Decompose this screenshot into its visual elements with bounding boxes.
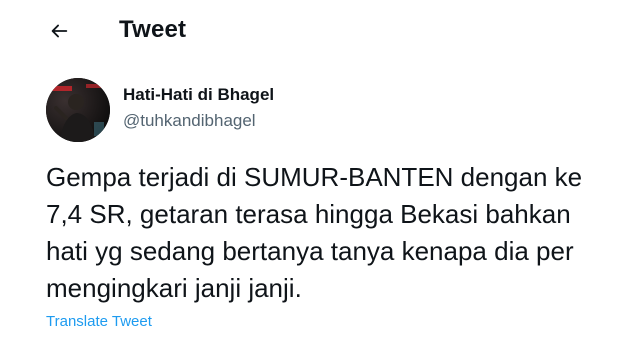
- tweet-page: Tweet Hati-Hati di Bhagel @tuhkandibhage…: [0, 0, 640, 360]
- avatar[interactable]: [46, 78, 110, 142]
- translate-tweet-link[interactable]: Translate Tweet: [46, 312, 152, 332]
- author-handle[interactable]: @tuhkandibhagel: [123, 110, 256, 132]
- page-title: Tweet: [119, 16, 187, 43]
- arrow-left-icon: [48, 20, 70, 42]
- header-bar: Tweet: [0, 0, 640, 62]
- tweet-line-2: 7,4 SR, getaran terasa hingga Bekasi bah…: [46, 199, 571, 229]
- back-button[interactable]: [40, 12, 78, 50]
- tweet-text: Gempa terjadi di SUMUR-BANTEN dengan ke …: [46, 159, 640, 311]
- tweet-line-3: hati yg sedang bertanya tanya kenapa dia…: [46, 236, 574, 266]
- tweet-line-1: Gempa terjadi di SUMUR-BANTEN dengan ke: [46, 162, 583, 192]
- profile-avatar-image: [46, 78, 110, 142]
- tweet-line-4: mengingkari janji janji.: [46, 273, 302, 303]
- author-display-name[interactable]: Hati-Hati di Bhagel: [123, 84, 274, 106]
